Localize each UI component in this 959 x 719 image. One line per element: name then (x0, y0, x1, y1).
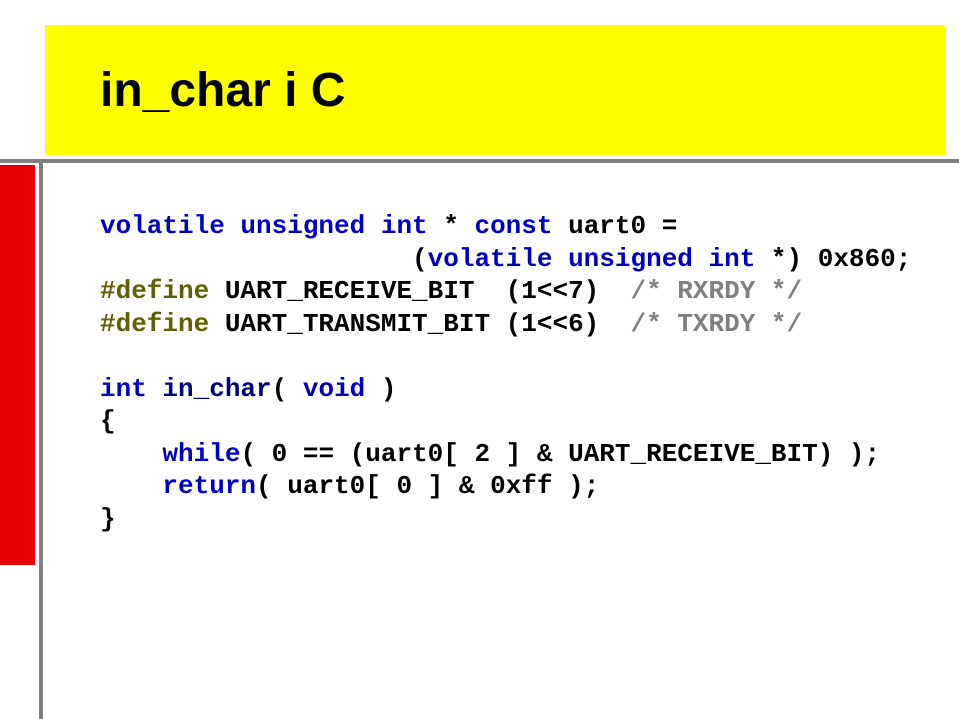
code-text (100, 471, 162, 501)
code-text: ( (272, 374, 303, 404)
code-text: uart0 = (552, 211, 677, 241)
code-keyword: volatile unsigned int (100, 211, 428, 241)
code-text: ) (365, 374, 396, 404)
code-keyword: return (162, 471, 256, 501)
code-preprocessor: #define (100, 276, 209, 306)
code-text: ( (100, 244, 428, 274)
code-function-name: in_char (162, 374, 271, 404)
vertical-divider (39, 159, 43, 719)
code-text (147, 374, 163, 404)
code-block: volatile unsigned int * const uart0 = (v… (100, 210, 920, 535)
code-preprocessor: #define (100, 309, 209, 339)
code-brace: } (100, 504, 116, 534)
horizontal-divider (0, 159, 959, 163)
code-text: * (428, 211, 475, 241)
slide-title: in_char i C (100, 63, 345, 118)
code-comment: /* TXRDY */ (631, 309, 803, 339)
code-keyword: int (100, 374, 147, 404)
code-keyword: while (162, 439, 240, 469)
code-brace: { (100, 406, 116, 436)
code-text (100, 439, 162, 469)
code-text: *) 0x860; (755, 244, 911, 274)
left-accent-bar (0, 165, 35, 565)
code-keyword: void (303, 374, 365, 404)
code-text: ( uart0[ 0 ] & 0xff ); (256, 471, 599, 501)
code-text: UART_RECEIVE_BIT (1<<7) (209, 276, 630, 306)
code-comment: /* RXRDY */ (631, 276, 803, 306)
slide-title-bar: in_char i C (45, 25, 945, 155)
code-keyword: volatile unsigned int (428, 244, 756, 274)
code-text: UART_TRANSMIT_BIT (1<<6) (209, 309, 630, 339)
code-keyword: const (474, 211, 552, 241)
code-text: ( 0 == (uart0[ 2 ] & UART_RECEIVE_BIT) )… (240, 439, 880, 469)
